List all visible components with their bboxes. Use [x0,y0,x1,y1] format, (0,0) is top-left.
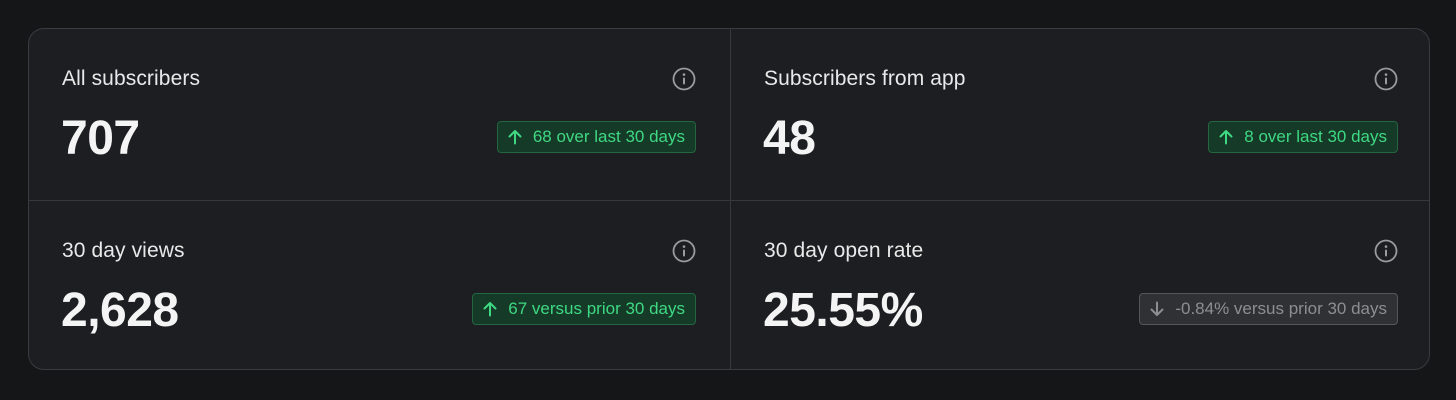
arrow-down-icon [1150,301,1164,316]
stats-panel: All subscribers 707 68 over last 30 days… [28,28,1430,370]
info-icon[interactable] [672,239,696,263]
stat-title: 30 day views [62,239,185,262]
stat-title: Subscribers from app [764,67,966,90]
trend-badge: 67 versus prior 30 days [472,293,696,325]
stat-value: 48 [763,112,816,165]
trend-text: -0.84% versus prior 30 days [1175,299,1387,318]
stat-card-30-day-views: 30 day views 2,628 67 versus prior 30 da… [29,201,730,369]
stat-value: 707 [61,112,140,165]
info-icon[interactable] [1374,239,1398,263]
stat-card-30-day-open-rate: 30 day open rate 25.55% -0.84% versus pr… [731,201,1429,369]
trend-badge: 68 over last 30 days [496,121,696,153]
arrow-up-icon [483,302,497,317]
trend-text: 8 over last 30 days [1244,127,1387,146]
trend-text: 68 over last 30 days [532,127,685,146]
info-icon[interactable] [1374,67,1398,91]
stat-card-all-subscribers: All subscribers 707 68 over last 30 days [29,29,730,200]
arrow-up-icon [508,130,522,145]
stat-value: 25.55% [763,284,923,337]
stat-title: 30 day open rate [764,239,924,262]
trend-badge: 8 over last 30 days [1208,121,1398,153]
stat-card-subscribers-from-app: Subscribers from app 48 8 over last 30 d… [731,29,1429,200]
stat-title: All subscribers [62,67,201,90]
trend-badge: -0.84% versus prior 30 days [1139,293,1398,325]
arrow-up-icon [1219,130,1233,145]
stat-value: 2,628 [61,284,179,337]
info-icon[interactable] [672,67,696,91]
trend-text: 67 versus prior 30 days [508,299,685,318]
